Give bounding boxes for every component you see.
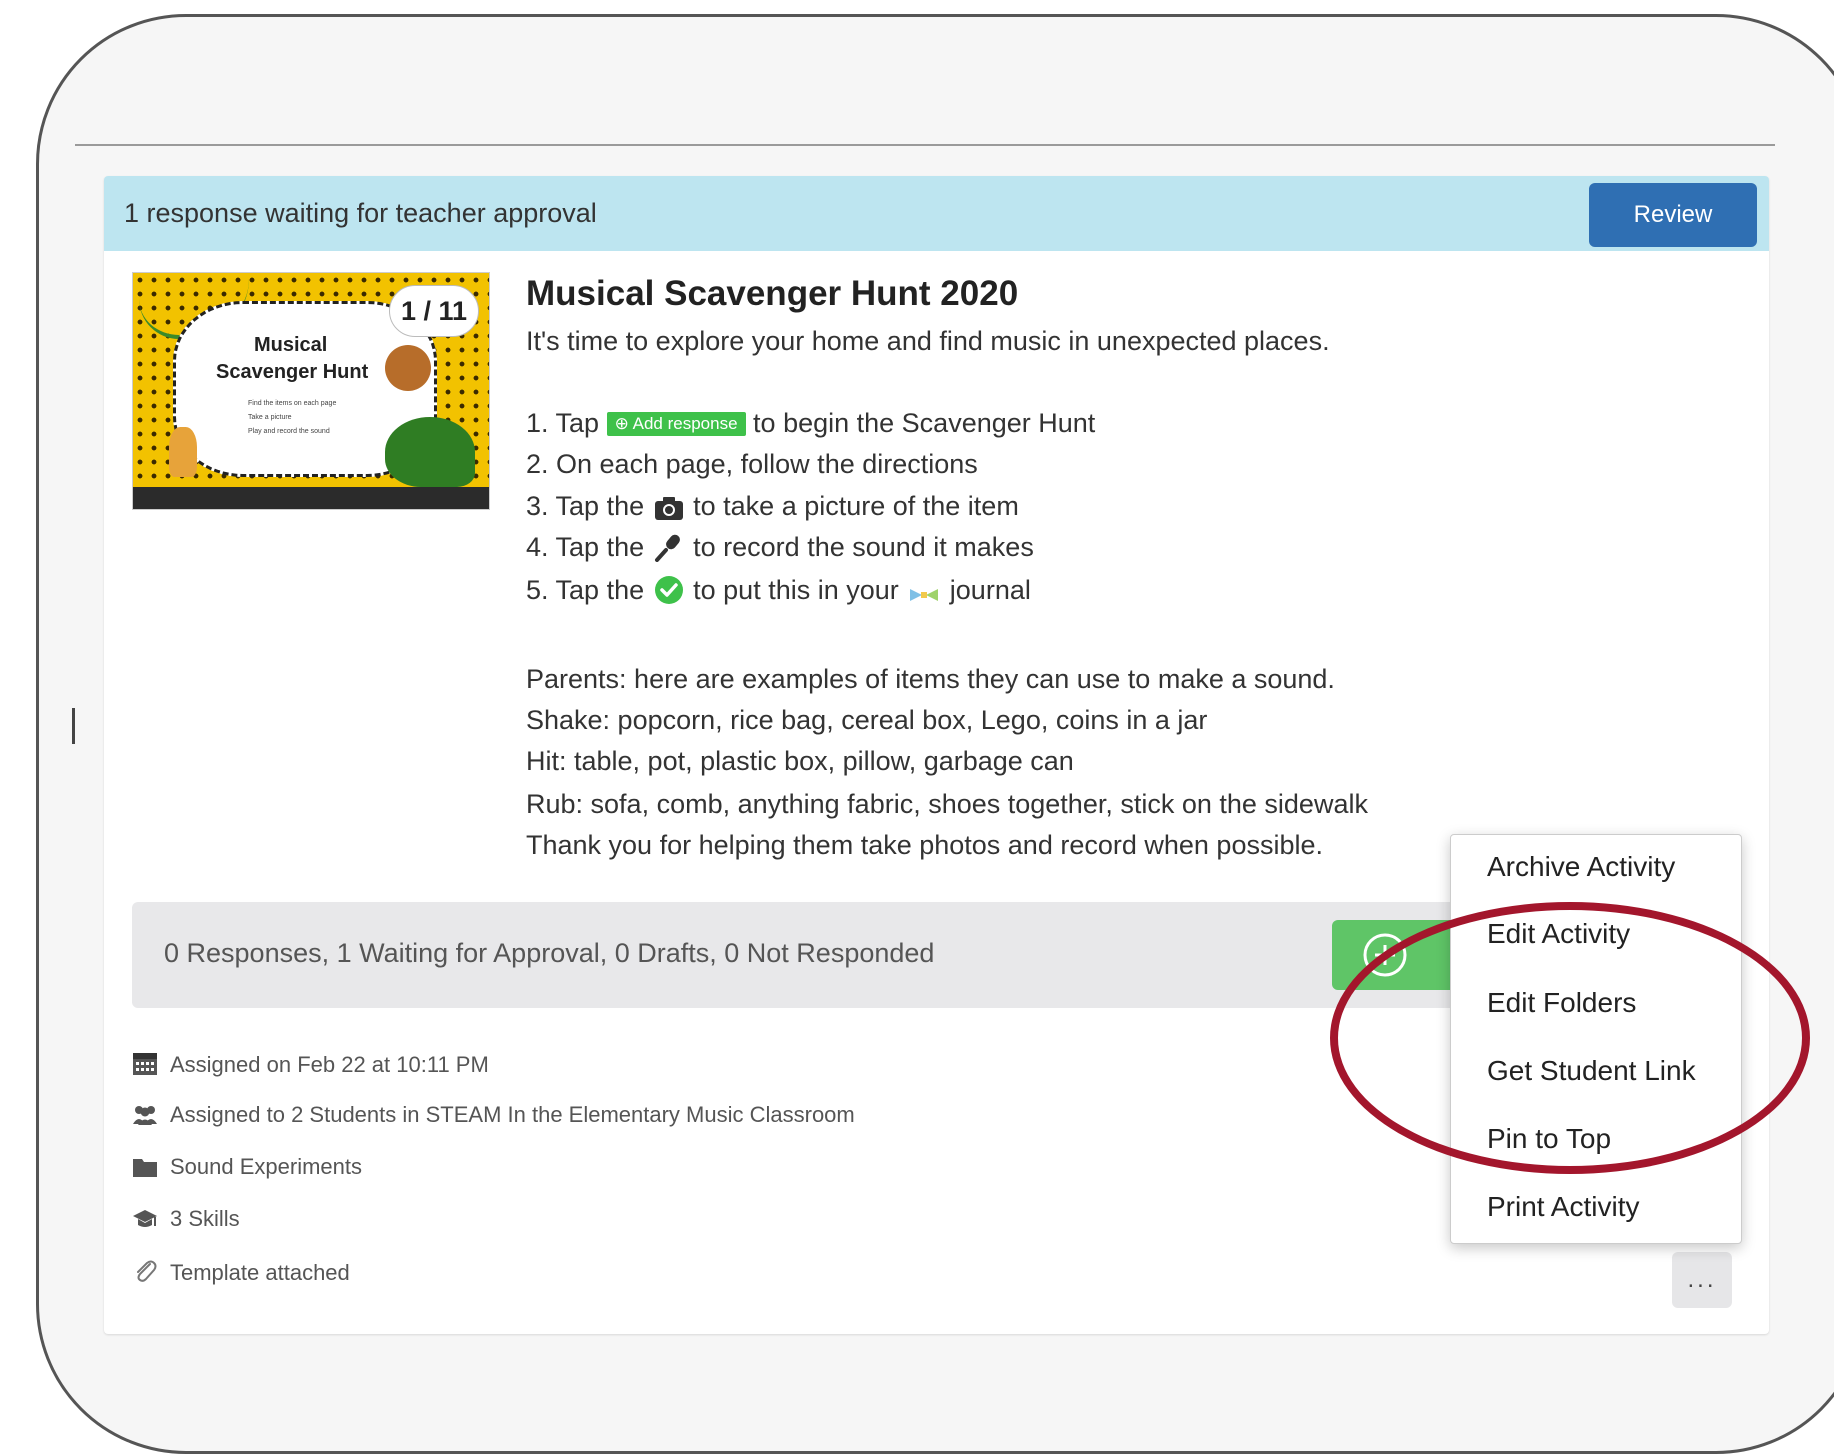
step-4: 4. Tap the to record the sound it makes [526,532,1034,563]
activity-thumbnail[interactable]: Musical Scavenger Hunt Find the items on… [132,272,490,510]
menu-item-pin-to-top[interactable]: Pin to Top [1487,1123,1611,1155]
page-indicator-badge: 1 / 11 [389,285,479,337]
step-3: 3. Tap the to take a picture of the item [526,491,1019,522]
parents-rub: Rub: sofa, comb, anything fabric, shoes … [526,789,1368,819]
parents-shake: Shake: popcorn, rice bag, cereal box, Le… [526,705,1208,735]
step-1-suffix: to begin the Scavenger Hunt [753,408,1096,438]
microphone-icon [654,534,680,562]
review-button[interactable]: Review [1589,183,1757,247]
skills-text: 3 Skills [170,1206,240,1231]
paperclip-icon [137,1260,157,1282]
activity-options-menu: Archive Activity Edit Activity Edit Fold… [1450,834,1742,1244]
meta-assigned-to: Assigned to 2 Students in STEAM In the E… [132,1102,855,1128]
meta-template: Template attached [132,1258,350,1286]
folder-icon [133,1159,157,1177]
explorer-illustration [385,345,431,391]
parents-hit: Hit: table, pot, plastic box, pillow, ga… [526,746,1074,776]
menu-item-get-student-link[interactable]: Get Student Link [1487,1055,1696,1087]
step-3-suffix: to take a picture of the item [693,491,1019,521]
meta-skills: 3 Skills [132,1206,240,1232]
step-2: 2. On each page, follow the directions [526,449,978,479]
step-4-prefix: 4. Tap the [526,532,645,562]
journal-icon [910,589,939,601]
meta-folder: Sound Experiments [132,1154,362,1180]
leaves-illustration [385,417,475,487]
header-divider [75,144,1775,146]
tablet-side-button [72,708,75,744]
checkmark-circle-icon [654,576,683,604]
thumbnail-footer-bar [133,487,489,509]
thumbnail-caption3: Play and record the sound [248,428,330,435]
assigned-on-text: Assigned on Feb 22 at 10:11 PM [170,1052,489,1077]
menu-item-edit-activity[interactable]: Edit Activity [1487,918,1630,950]
add-response-chip: ⊕ Add response [606,412,746,436]
step-5: 5. Tap the to put this in your journal [526,575,1031,606]
template-text: Template attached [170,1260,350,1285]
assigned-to-text: Assigned to 2 Students in STEAM In the E… [170,1102,855,1127]
activity-title: Musical Scavenger Hunt 2020 [526,274,1019,313]
step-1-prefix: 1. Tap [526,408,600,438]
menu-item-print-activity[interactable]: Print Activity [1487,1191,1639,1223]
parents-intro: Parents: here are examples of items they… [526,664,1335,694]
camera-icon [654,497,683,520]
step-3-prefix: 3. Tap the [526,491,645,521]
activity-intro: It's time to explore your home and find … [526,326,1330,356]
parents-thanks: Thank you for helping them take photos a… [526,830,1323,860]
add-response-chip-label: Add response [632,414,738,433]
step-5-prefix: 5. Tap the [526,575,645,605]
step-5-middle: to put this in your [693,575,899,605]
approval-banner: 1 response waiting for teacher approval … [104,176,1769,251]
response-stats: 0 Responses, 1 Waiting for Approval, 0 D… [164,938,935,968]
thumbnail-title-line1: Musical [254,334,328,356]
more-options-button[interactable]: ... [1672,1252,1732,1308]
thumbnail-title-line2: Scavenger Hunt [216,361,369,383]
add-circle-icon [1363,933,1407,977]
students-icon [133,1106,157,1125]
menu-item-archive-activity[interactable]: Archive Activity [1487,851,1675,883]
graduation-cap-icon [133,1210,157,1227]
thumbnail-caption2: Take a picture [248,414,292,421]
step-5-suffix: journal [949,575,1031,605]
folder-text: Sound Experiments [170,1154,362,1179]
thumbnail-caption1: Find the items on each page [248,400,337,407]
cheetah-illustration [169,427,197,477]
meta-assigned-on: Assigned on Feb 22 at 10:11 PM [132,1050,489,1078]
step-4-suffix: to record the sound it makes [693,532,1034,562]
calendar-icon [133,1053,157,1075]
approval-message: 1 response waiting for teacher approval [124,198,597,228]
step-1: 1. Tap ⊕ Add response to begin the Scave… [526,408,1095,439]
menu-item-edit-folders[interactable]: Edit Folders [1487,987,1636,1019]
